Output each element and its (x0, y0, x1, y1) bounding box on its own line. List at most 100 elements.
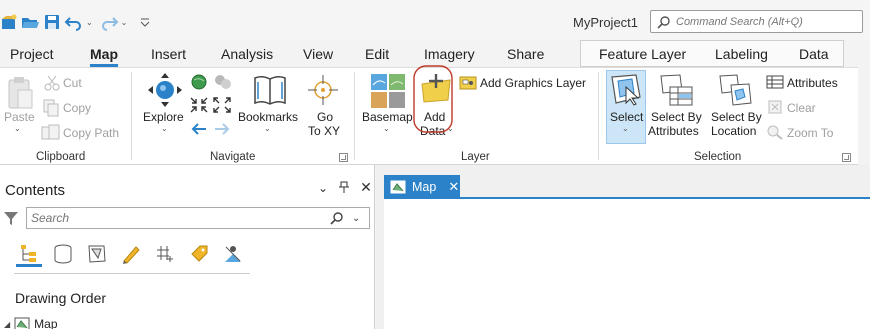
select-by-location-line1[interactable]: Select By (711, 110, 762, 124)
explore-button[interactable]: Explore (143, 110, 184, 124)
tab-analysis[interactable]: Analysis (221, 46, 273, 62)
customize-qat-icon[interactable] (139, 13, 151, 31)
tab-map[interactable]: Map (90, 46, 118, 67)
layer-group-label: Layer (461, 151, 490, 163)
select-dropdown-icon[interactable]: ⌄ (622, 124, 629, 133)
select-by-attributes-icon (660, 74, 693, 106)
filter-icon[interactable] (3, 210, 19, 226)
title-bar: ⌄ ⌄ MyProject1 (0, 0, 870, 40)
contents-pane: Contents ⌄ ✕ ⌄ (0, 165, 375, 329)
list-by-editing-icon[interactable] (118, 241, 144, 267)
tab-data[interactable]: Data (799, 46, 829, 62)
command-search[interactable] (650, 10, 863, 33)
contents-search-input[interactable] (27, 211, 322, 225)
pane-controls: ⌄ ✕ (318, 180, 372, 196)
tab-insert[interactable]: Insert (151, 46, 186, 62)
cut-button[interactable]: Cut (63, 76, 82, 90)
map-view-tab[interactable]: Map ✕ (384, 175, 460, 198)
contents-view-toolbar (16, 241, 246, 267)
tree-item-map[interactable]: ◢ Map (4, 317, 58, 329)
tab-view[interactable]: View (303, 46, 333, 62)
pin-icon[interactable] (339, 181, 350, 196)
explore-dropdown-icon[interactable]: ⌄ (161, 124, 168, 133)
add-graphics-layer-icon (459, 76, 477, 90)
bookmarks-icon (254, 75, 286, 105)
list-by-snapping-icon[interactable] (152, 241, 178, 267)
copy-button[interactable]: Copy (63, 101, 91, 115)
close-icon[interactable]: ✕ (360, 180, 372, 196)
zoom-to-button[interactable]: Zoom To (787, 126, 833, 140)
open-project-icon[interactable] (20, 13, 40, 31)
group-divider (354, 72, 355, 160)
command-search-input[interactable] (676, 15, 856, 28)
redo-icon[interactable] (99, 13, 119, 31)
bookmarks-dropdown-icon[interactable]: ⌄ (264, 124, 271, 133)
contextual-tabs: Feature Layer Labeling Data (580, 40, 844, 67)
tab-edit[interactable]: Edit (365, 46, 389, 62)
undo-icon[interactable] (64, 13, 84, 31)
highlight-annotation-oval (413, 65, 453, 133)
chevron-down-icon[interactable]: ⌄ (318, 181, 328, 196)
close-icon[interactable]: ✕ (448, 179, 459, 195)
add-graphics-layer-button[interactable]: Add Graphics Layer (480, 76, 586, 90)
previous-extent-icon[interactable] (213, 73, 233, 91)
back-arrow-icon[interactable] (190, 121, 208, 137)
tree-item-label: Map (34, 317, 58, 329)
basemap-icon (371, 74, 405, 108)
go-to-xy-button-line1[interactable]: Go (317, 110, 333, 124)
project-name: MyProject1 (573, 15, 639, 30)
zoom-to-selection-icon (767, 125, 783, 140)
basemap-dropdown-icon[interactable]: ⌄ (383, 124, 390, 133)
tab-project[interactable]: Project (10, 46, 54, 62)
fixed-zoom-out-icon[interactable] (213, 97, 231, 113)
list-by-data-source-icon[interactable] (50, 241, 76, 267)
navigate-launcher-icon[interactable] (339, 153, 348, 162)
list-by-drawing-order-icon[interactable] (16, 241, 42, 267)
select-by-attributes-line2[interactable]: Attributes (648, 124, 699, 138)
bookmarks-button[interactable]: Bookmarks (238, 110, 298, 124)
attributes-button[interactable]: Attributes (787, 76, 838, 90)
selection-launcher-icon[interactable] (842, 153, 851, 162)
select-by-location-line2[interactable]: Location (711, 124, 756, 138)
explore-icon (148, 73, 182, 107)
new-project-icon[interactable] (0, 13, 18, 31)
navigate-group-label: Navigate (210, 151, 256, 163)
paste-button[interactable]: Paste (4, 110, 35, 124)
redo-dropdown-icon[interactable]: ⌄ (121, 13, 128, 31)
tab-feature-layer[interactable]: Feature Layer (599, 46, 686, 62)
toolbar-divider (14, 273, 250, 274)
undo-dropdown-icon[interactable]: ⌄ (86, 13, 93, 31)
tab-share[interactable]: Share (507, 46, 544, 62)
cut-icon (44, 75, 60, 91)
ribbon: Paste ⌄ Cut Copy Copy Path Clipboard Exp… (0, 65, 858, 165)
basemap-button[interactable]: Basemap (362, 110, 413, 124)
map-icon (14, 317, 30, 329)
select-by-attributes-line1[interactable]: Select By (651, 110, 702, 124)
fixed-zoom-in-icon[interactable] (190, 97, 208, 113)
map-canvas[interactable] (384, 199, 870, 329)
save-project-icon[interactable] (42, 13, 62, 31)
search-icon (657, 15, 670, 29)
chevron-down-icon[interactable]: ⌄ (352, 213, 360, 224)
clipboard-group-label: Clipboard (36, 151, 86, 163)
full-extent-icon[interactable] (190, 73, 208, 91)
contents-search-box[interactable]: ⌄ (26, 207, 370, 229)
tab-labeling[interactable]: Labeling (715, 46, 768, 62)
select-button[interactable]: Select (610, 110, 643, 124)
paste-dropdown-icon[interactable]: ⌄ (14, 124, 21, 133)
forward-arrow-icon[interactable] (213, 121, 231, 137)
list-by-perspective-imagery-icon[interactable] (220, 241, 246, 267)
list-by-selection-icon[interactable] (84, 241, 110, 267)
clear-button[interactable]: Clear (787, 101, 816, 115)
select-icon (611, 74, 641, 106)
group-divider (131, 72, 132, 160)
copy-path-icon (41, 124, 60, 140)
list-by-labeling-icon[interactable] (186, 241, 212, 267)
copy-path-button[interactable]: Copy Path (63, 126, 119, 140)
go-to-xy-button-line2[interactable]: To XY (308, 124, 340, 138)
search-icon[interactable] (330, 211, 344, 225)
selection-group-label: Selection (694, 151, 742, 163)
copy-icon (43, 99, 59, 117)
tab-imagery[interactable]: Imagery (424, 46, 475, 62)
expand-collapse-icon[interactable]: ◢ (4, 320, 10, 329)
